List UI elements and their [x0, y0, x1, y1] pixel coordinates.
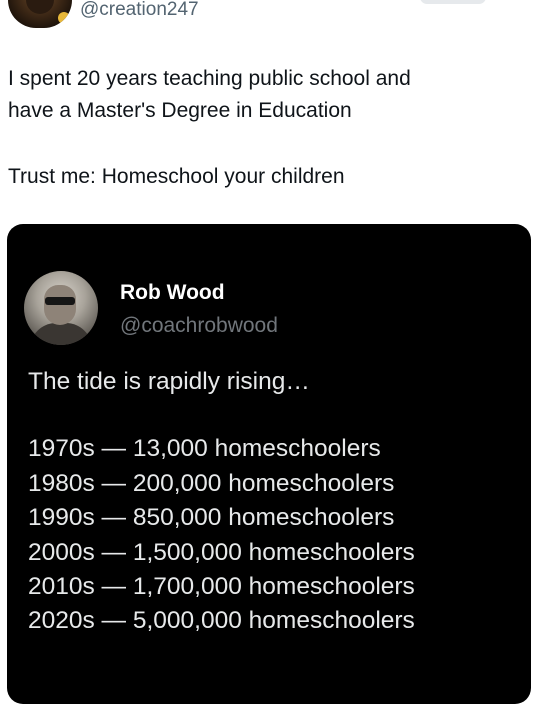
avatar-body-shape	[30, 323, 92, 345]
homeschool-stat-line: 2010s — 1,700,000 homeschoolers	[28, 573, 415, 601]
homeschool-stat-line: 1990s — 850,000 homeschoolers	[28, 504, 395, 532]
quoted-post-text: The tide is rapidly rising… 1970s — 13,0…	[28, 365, 523, 639]
author-avatar[interactable]	[8, 0, 72, 28]
post-text-line: Trust me: Homeschool your children	[8, 165, 345, 188]
post-text-line: I spent 20 years teaching public school …	[8, 67, 411, 90]
quoted-author-handle[interactable]: @coachrobwood	[120, 312, 278, 340]
author-handle[interactable]: @creation247	[80, 0, 199, 22]
homeschool-stat-line: 1980s — 200,000 homeschoolers	[28, 469, 395, 497]
quoted-lead-line: The tide is rapidly rising…	[28, 368, 310, 395]
cropped-header-element	[420, 0, 486, 4]
homeschool-stat-line: 2000s — 1,500,000 homeschoolers	[28, 538, 415, 566]
quoted-post-card[interactable]: Rob Wood @coachrobwood The tide is rapid…	[7, 224, 531, 704]
post-text-line: have a Master's Degree in Education	[8, 99, 352, 122]
avatar-head-shape	[44, 285, 76, 325]
homeschool-stat-line: 1970s — 13,000 homeschoolers	[28, 435, 381, 463]
homeschool-stat-line: 2020s — 5,000,000 homeschoolers	[28, 607, 415, 635]
avatar-sunglasses-shape	[45, 297, 75, 305]
post-header: @creation247	[0, 0, 540, 34]
avatar-badge-icon	[58, 12, 70, 24]
post-text: I spent 20 years teaching public school …	[8, 63, 528, 193]
avatar-beard-shape	[26, 0, 54, 14]
quoted-author-name[interactable]: Rob Wood	[120, 279, 225, 307]
quoted-author-avatar[interactable]	[24, 271, 98, 345]
